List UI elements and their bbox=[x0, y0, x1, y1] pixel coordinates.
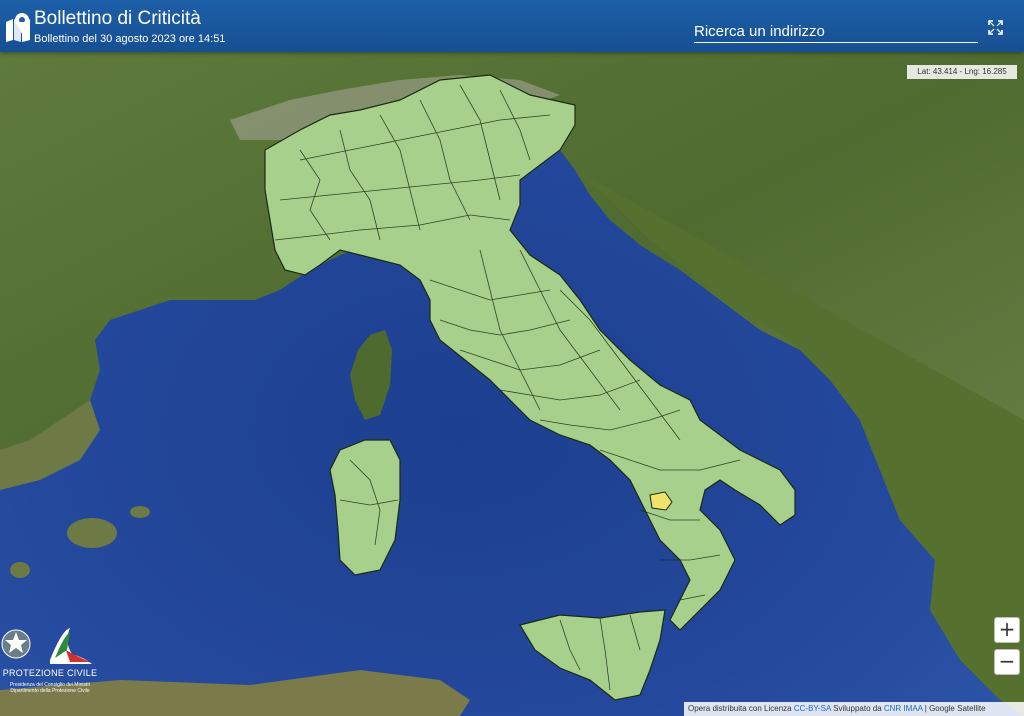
bulletin-date: Bollettino del 30 agosto 2023 ore 14:51 bbox=[34, 33, 226, 45]
emblem-icon bbox=[1, 628, 92, 664]
island-minorca bbox=[130, 506, 150, 518]
coordinates-readout: Lat: 43.414 - Lng: 16.285 bbox=[907, 65, 1017, 79]
attribution-suffix: | Google Satellite bbox=[924, 704, 986, 713]
brand-line2: Dipartimento della Protezione Civile bbox=[10, 688, 90, 694]
page-title: Bollettino di Criticità bbox=[34, 8, 201, 29]
attribution-prefix: Opera distribuita con Licenza bbox=[688, 704, 792, 713]
fullscreen-icon[interactable] bbox=[988, 20, 1003, 35]
developer-link[interactable]: CNR IMAA bbox=[884, 704, 923, 713]
attribution-middle: Sviluppato da bbox=[833, 704, 882, 713]
header-bar: Bollettino di Criticità Bollettino del 3… bbox=[0, 0, 1024, 52]
brand-name: PROTEZIONE CIVILE bbox=[2, 668, 98, 678]
brand-subtitle: Presidenza del Consiglio dei Ministri Di… bbox=[0, 682, 100, 694]
map-attribution: Opera distribuita con Licenza CC-BY-SA S… bbox=[684, 702, 1024, 716]
island-mallorca bbox=[67, 518, 117, 548]
map-canvas[interactable] bbox=[0, 0, 1024, 716]
license-link[interactable]: CC-BY-SA bbox=[794, 704, 831, 713]
address-search-input[interactable] bbox=[694, 20, 978, 43]
map-pin-icon bbox=[6, 13, 30, 42]
zoom-out-button[interactable]: − bbox=[994, 649, 1020, 675]
island-ibiza bbox=[10, 562, 30, 578]
zoom-in-button[interactable]: + bbox=[994, 617, 1020, 643]
